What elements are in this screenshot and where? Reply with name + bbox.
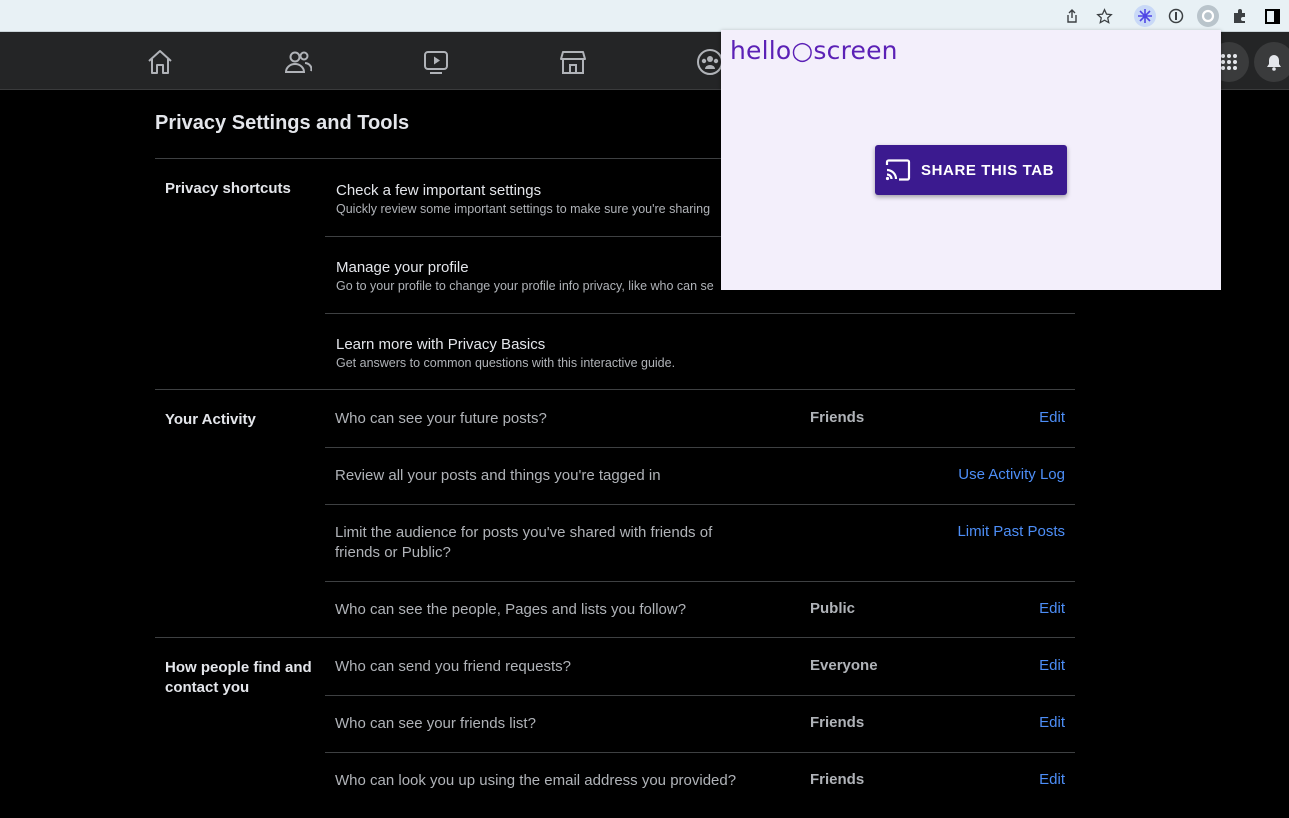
section-your-activity: Your Activity Who can see your future po… [155, 389, 1075, 638]
setting-question: Who can see your future posts? [335, 410, 547, 427]
shortcut-title: Manage your profile [336, 259, 469, 276]
extension-snowflake-icon[interactable] [1134, 5, 1156, 27]
extension-info-icon[interactable] [1166, 6, 1186, 26]
section-label: Your Activity [165, 411, 256, 428]
section-label: How people find and contact you [165, 659, 312, 696]
setting-question: Review all your posts and things you're … [335, 467, 661, 484]
setting-question: Who can see the people, Pages and lists … [335, 601, 687, 618]
setting-value: Friends [810, 409, 865, 426]
shortcut-privacy-basics[interactable]: Learn more with Privacy Basics Get answe… [325, 313, 1075, 389]
setting-row: Limit the audience for posts you've shar… [325, 504, 1075, 582]
setting-row: Who can see your friends list? Friends E… [325, 695, 1075, 753]
edit-link[interactable]: Edit [1039, 771, 1065, 788]
home-icon[interactable] [146, 48, 174, 76]
setting-row: Who can see the people, Pages and lists … [325, 581, 1075, 638]
setting-row: Who can look you up using the email addr… [325, 752, 1075, 809]
extensions-puzzle-icon[interactable] [1230, 6, 1250, 26]
notifications-icon[interactable] [1254, 42, 1289, 82]
shortcut-description: Get answers to common questions with thi… [336, 356, 676, 370]
setting-question: Limit the audience for posts you've shar… [335, 524, 713, 561]
setting-value: Friends [810, 771, 865, 788]
use-activity-log-link[interactable]: Use Activity Log [958, 466, 1065, 483]
section-find-and-contact: How people find and contact you Who can … [155, 637, 1075, 818]
setting-value: Public [810, 600, 856, 617]
setting-row: Who can see your future posts? Friends E… [325, 390, 1075, 448]
setting-value: Friends [810, 714, 865, 731]
section-label: Privacy shortcuts [165, 180, 291, 197]
page-title: Privacy Settings and Tools [155, 112, 410, 134]
shortcut-title: Check a few important settings [336, 182, 542, 199]
friends-icon[interactable] [284, 48, 313, 76]
share-this-tab-button[interactable]: SHARE THIS TAB [875, 145, 1067, 195]
share-button-label: SHARE THIS TAB [921, 161, 1055, 179]
sidebar-icon[interactable] [1262, 6, 1282, 26]
edit-link[interactable]: Edit [1039, 714, 1065, 731]
setting-question: Who can send you friend requests? [335, 658, 571, 675]
bookmark-star-icon[interactable] [1094, 6, 1114, 26]
setting-value: Everyone [810, 657, 878, 674]
shortcut-description: Quickly review some important settings t… [336, 202, 711, 216]
edit-link[interactable]: Edit [1039, 409, 1065, 426]
groups-icon[interactable] [696, 48, 724, 76]
helloscreen-extension-icon[interactable] [1197, 5, 1219, 27]
setting-question: Who can look you up using the email addr… [335, 772, 737, 789]
marketplace-icon[interactable] [559, 48, 587, 76]
share-icon[interactable] [1062, 6, 1082, 26]
setting-row: Review all your posts and things you're … [325, 447, 1075, 505]
watch-icon[interactable] [422, 48, 450, 76]
helloscreen-logo: hello○screen [730, 36, 898, 65]
edit-link[interactable]: Edit [1039, 657, 1065, 674]
shortcut-title: Learn more with Privacy Basics [336, 336, 546, 353]
setting-row: Who can send you friend requests? Everyo… [325, 638, 1075, 696]
limit-past-posts-link[interactable]: Limit Past Posts [957, 523, 1065, 540]
edit-link[interactable]: Edit [1039, 600, 1065, 617]
browser-toolbar [0, 0, 1289, 32]
shortcut-description: Go to your profile to change your profil… [336, 279, 714, 293]
helloscreen-popup: hello○screen SHARE THIS TAB [721, 30, 1221, 290]
cast-icon [885, 159, 911, 181]
setting-question: Who can see your friends list? [335, 715, 536, 732]
